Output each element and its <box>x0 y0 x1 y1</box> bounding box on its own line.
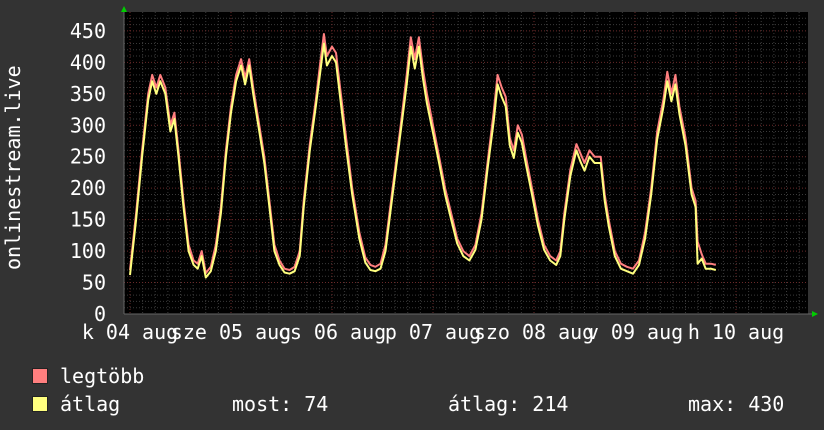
y-tick-label: 150 <box>70 208 106 232</box>
y-tick-label: 400 <box>70 50 106 74</box>
x-tick-label: sze 05 aug <box>171 320 291 344</box>
x-tick-label: p 07 aug <box>385 320 481 344</box>
x-tick-labels: k 04 augsze 05 augcs 06 augp 07 augszo 0… <box>82 320 784 344</box>
legend-swatch-max <box>32 368 48 384</box>
legend-label-max: legtöbb <box>60 364 145 388</box>
x-axis-arrow-icon <box>812 311 818 317</box>
x-tick-label: k 04 aug <box>82 320 178 344</box>
x-tick-label: szo 08 aug <box>474 320 594 344</box>
legend-item-avg: átlag most: 74 átlag: 214 max: 430 <box>32 390 812 418</box>
y-tick-label: 250 <box>70 145 106 169</box>
y-tick-label: 200 <box>70 176 106 200</box>
y-tick-label: 50 <box>82 271 106 295</box>
stat-max: max: 430 <box>688 392 785 416</box>
y-tick-label: 300 <box>70 113 106 137</box>
legend-item-max: legtöbb <box>32 362 812 390</box>
y-tick-label: 450 <box>70 19 106 43</box>
y-tick-label: 350 <box>70 82 106 106</box>
x-tick-label: h 10 aug <box>688 320 784 344</box>
x-tick-label: cs 06 aug <box>278 320 386 344</box>
y-axis-label: onlinestream.live <box>1 65 25 270</box>
y-tick-label: 100 <box>70 239 106 263</box>
stat-average: átlag: 214 <box>448 392 569 416</box>
legend-label-avg: átlag <box>60 392 121 416</box>
stat-now: most: 74 <box>232 392 329 416</box>
x-tick-label: v 09 aug <box>587 320 683 344</box>
legend-swatch-avg <box>32 396 48 412</box>
y-tick-labels: 050100150200250300350400450 <box>70 19 106 326</box>
legend: legtöbb átlag most: 74 átlag: 214 max: 4… <box>32 362 812 418</box>
y-axis-arrow-icon <box>121 6 127 12</box>
